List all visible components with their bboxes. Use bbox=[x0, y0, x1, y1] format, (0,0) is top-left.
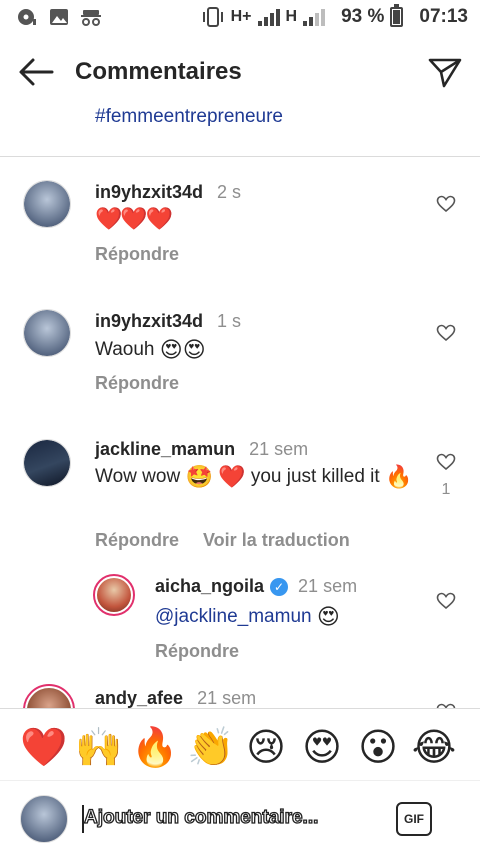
avatar[interactable] bbox=[93, 574, 135, 616]
incognito-icon bbox=[81, 10, 101, 26]
emoji-heart-eyes-button[interactable]: 😍 bbox=[299, 725, 345, 771]
comment-text: Wow wow bbox=[95, 466, 181, 487]
like-count[interactable]: 1 bbox=[436, 481, 456, 499]
star-struck-emoji: 🤩 bbox=[185, 463, 213, 489]
reply-button[interactable]: Répondre bbox=[155, 641, 239, 661]
emoji-quick-bar: ❤️ 🙌 🔥 👏 😢 😍 😮 😂 bbox=[0, 708, 480, 786]
comment-username[interactable]: in9yhzxit34d bbox=[95, 311, 203, 331]
comment-text-continued: you just killed it bbox=[250, 466, 380, 487]
vibrate-icon bbox=[202, 7, 223, 27]
page-title: Commentaires bbox=[75, 58, 242, 85]
comment-username[interactable]: aicha_ngoila bbox=[155, 576, 264, 596]
comment-username[interactable]: jackline_mamun bbox=[95, 439, 235, 459]
back-arrow-icon[interactable] bbox=[16, 54, 56, 90]
comment-composer: Ajouter un commentaire... GIF bbox=[0, 780, 480, 854]
fire-emoji: 🔥 bbox=[384, 463, 413, 489]
comment-username[interactable]: in9yhzxit34d bbox=[95, 182, 203, 202]
battery-percent: 93 % bbox=[341, 6, 385, 27]
signal-icon bbox=[257, 8, 280, 26]
comment-item: jackline_mamun 21 sem Wow wow 🤩 ❤️ you ju… bbox=[0, 437, 480, 567]
comment-time: 1 s bbox=[217, 311, 242, 331]
comment-item: andy_afee 21 sem bbox=[0, 684, 480, 708]
emoji-heart-button[interactable]: ❤️ bbox=[20, 725, 67, 771]
caption-divider bbox=[0, 156, 480, 157]
battery-icon bbox=[390, 4, 404, 27]
emoji-fire-button[interactable]: 🔥 bbox=[131, 725, 178, 771]
emoji-raising-hands-button[interactable]: 🙌 bbox=[75, 725, 122, 771]
network-type-b: H bbox=[285, 8, 298, 25]
caption-hashtag[interactable]: #femmeentrepreneure bbox=[95, 106, 283, 128]
comment-time: 21 sem bbox=[197, 688, 257, 708]
comment-time: 2 s bbox=[217, 182, 242, 202]
red-heart-emoji: ❤️ bbox=[218, 463, 246, 489]
avatar[interactable] bbox=[23, 180, 71, 228]
disc-icon bbox=[18, 9, 36, 25]
comment-time: 21 sem bbox=[249, 439, 309, 459]
heart-eyes-emoji: 😍 bbox=[316, 603, 340, 629]
emoji-tears-of-joy-button[interactable]: 😂 bbox=[411, 725, 457, 771]
like-heart-icon[interactable] bbox=[436, 452, 456, 472]
comment-text: ❤️❤️❤️ bbox=[95, 206, 173, 231]
comment-username[interactable]: andy_afee bbox=[95, 688, 183, 708]
like-heart-icon[interactable] bbox=[436, 591, 456, 611]
network-type-a: H+ bbox=[230, 8, 252, 25]
avatar[interactable] bbox=[23, 309, 71, 357]
emoji-crying-button[interactable]: 😢 bbox=[243, 725, 289, 771]
header: Commentaires bbox=[0, 44, 480, 100]
reply-button[interactable]: Répondre bbox=[95, 530, 179, 550]
verified-badge-icon: ✓ bbox=[270, 578, 289, 596]
like-heart-icon[interactable] bbox=[436, 194, 456, 214]
avatar bbox=[20, 795, 68, 843]
emoji-clapping-button[interactable]: 👏 bbox=[187, 725, 234, 771]
mention-link[interactable]: @jackline_mamun bbox=[155, 606, 312, 627]
comment-text: Waouh bbox=[95, 339, 155, 360]
avatar[interactable] bbox=[23, 439, 71, 487]
signal-icon-secondary bbox=[303, 8, 326, 26]
see-translation-button[interactable]: Voir la traduction bbox=[203, 530, 350, 550]
comment-item: in9yhzxit34d 1 s Waouh 😍😍 Répondre bbox=[0, 309, 480, 409]
reply-comment-item: aicha_ngoila ✓ 21 sem @jackline_mamun 😍 Ré… bbox=[0, 574, 480, 674]
heart-eyes-emoji: 😍😍 bbox=[159, 336, 206, 362]
comment-item: in9yhzxit34d 2 s ❤️❤️❤️ Répondre bbox=[0, 180, 480, 280]
comment-input[interactable]: Ajouter un commentaire... bbox=[83, 806, 319, 829]
avatar[interactable] bbox=[23, 684, 75, 708]
direct-send-icon[interactable] bbox=[424, 54, 464, 90]
like-heart-icon[interactable] bbox=[436, 323, 456, 343]
status-bar: H+ H 93 % 07:13 bbox=[0, 0, 480, 36]
emoji-surprised-button[interactable]: 😮 bbox=[355, 725, 401, 771]
image-icon bbox=[50, 9, 68, 25]
gif-button[interactable]: GIF bbox=[396, 802, 432, 836]
comment-time: 21 sem bbox=[298, 576, 358, 596]
clock: 07:13 bbox=[419, 6, 468, 27]
reply-button[interactable]: Répondre bbox=[95, 244, 179, 264]
reply-button[interactable]: Répondre bbox=[95, 373, 179, 393]
